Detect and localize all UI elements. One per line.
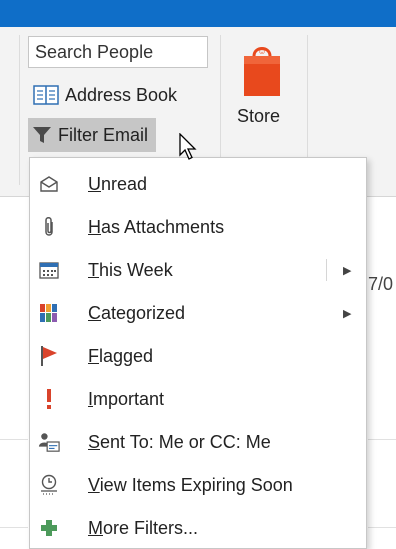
paperclip-icon <box>38 216 60 238</box>
submenu-arrow-icon[interactable]: ▶ <box>343 307 351 320</box>
menu-item-label: Has Attachments <box>88 216 225 237</box>
window-titlebar <box>0 0 396 27</box>
background-partial-text: 7/0 <box>368 274 394 294</box>
address-book-button[interactable]: Address Book <box>33 80 177 110</box>
expiring-clock-icon <box>38 474 60 496</box>
menu-item-more-filters[interactable]: More Filters... <box>30 508 366 548</box>
menu-item-label: View Items Expiring Soon <box>88 474 293 495</box>
menu-item-label: Sent To: Me or CC: Me <box>88 431 271 452</box>
ribbon-divider <box>19 35 20 185</box>
mouse-cursor-icon <box>178 132 202 168</box>
calendar-week-icon <box>38 259 60 281</box>
menu-item-label: Important <box>88 388 165 409</box>
background-divider <box>0 527 28 528</box>
funnel-icon <box>32 125 52 145</box>
filter-email-dropdown-menu: Unread Has Attachments This Week ▶ Categ… <box>29 157 367 549</box>
menu-item-flagged[interactable]: Flagged <box>30 336 366 376</box>
menu-item-sent-to-me[interactable]: Sent To: Me or CC: Me <box>30 422 366 462</box>
address-book-label: Address Book <box>65 84 178 105</box>
background-divider <box>0 439 28 440</box>
menu-item-label: Flagged <box>88 345 154 366</box>
exclamation-icon <box>38 388 60 410</box>
submenu-separator <box>326 259 327 281</box>
plus-icon <box>38 517 60 539</box>
store-label[interactable]: Store <box>237 106 280 127</box>
categories-icon <box>38 302 60 324</box>
menu-item-label: Unread <box>88 173 148 194</box>
menu-item-view-expiring[interactable]: View Items Expiring Soon <box>30 465 366 505</box>
menu-item-this-week[interactable]: This Week ▶ <box>30 250 366 290</box>
background-divider <box>368 527 396 528</box>
store-bag-icon[interactable]: ☺ <box>238 40 286 103</box>
sent-to-me-icon <box>38 431 60 453</box>
flag-icon <box>38 345 60 367</box>
menu-item-label: This Week <box>88 259 173 280</box>
envelope-open-icon <box>38 173 60 195</box>
svg-text:☺: ☺ <box>257 46 266 56</box>
menu-item-has-attachments[interactable]: Has Attachments <box>30 207 366 247</box>
filter-email-label: Filter Email <box>58 124 149 145</box>
submenu-arrow-icon[interactable]: ▶ <box>343 264 351 277</box>
filter-email-button[interactable]: Filter Email <box>28 118 157 152</box>
address-book-icon <box>33 84 59 106</box>
menu-item-categorized[interactable]: Categorized ▶ <box>30 293 366 333</box>
menu-item-important[interactable]: Important <box>30 379 366 419</box>
menu-item-label: Categorized <box>88 302 186 323</box>
search-people-input[interactable]: Search People <box>28 36 208 68</box>
background-divider <box>368 439 396 440</box>
menu-item-unread[interactable]: Unread <box>30 164 366 204</box>
menu-item-label: More Filters... <box>88 517 199 538</box>
